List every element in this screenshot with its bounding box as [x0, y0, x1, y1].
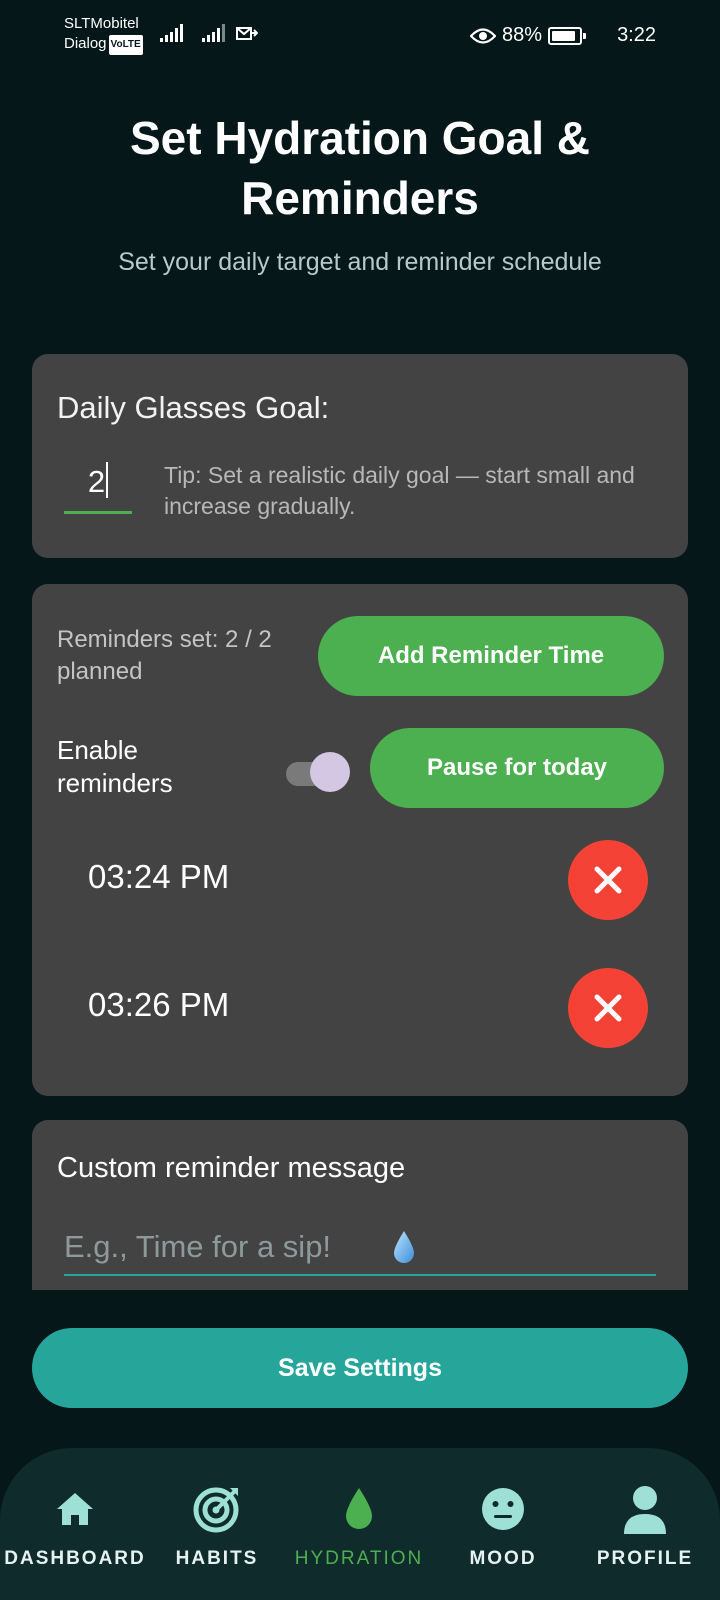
pause-today-button[interactable]: Pause for today — [370, 728, 664, 808]
eye-comfort-icon — [469, 27, 496, 44]
water-drop-icon — [346, 1488, 372, 1529]
water-drop-icon — [394, 1231, 414, 1263]
goal-tip: Tip: Set a realistic daily goal — start … — [164, 462, 635, 519]
close-icon — [594, 866, 622, 894]
reminder-time[interactable]: 03:24 PM — [88, 858, 229, 896]
battery-fill — [552, 30, 575, 41]
signal-icon-secondary — [202, 24, 225, 42]
carrier-info: SLTMobitel Dialog VoLTE — [64, 14, 143, 55]
battery-icon — [548, 26, 586, 45]
remove-reminder-button[interactable] — [568, 968, 648, 1048]
page-subtitle: Set your daily target and reminder sched… — [118, 248, 602, 276]
page-title: Set Hydration Goal & Reminders — [129, 112, 591, 224]
save-settings-button[interactable]: Save Settings — [32, 1328, 688, 1408]
reminder-time[interactable]: 03:26 PM — [88, 986, 229, 1024]
reminder-item: 03:24 PM — [32, 840, 688, 920]
volte-badge: VoLTE — [108, 35, 143, 55]
neutral-face-icon — [482, 1488, 524, 1530]
enable-reminders-label: Enable reminders — [57, 735, 173, 798]
bottom-nav: DASHBOARD HABITS HYDRATION MOOD PROFILE — [0, 1448, 720, 1600]
clock: 3:22 — [617, 24, 656, 46]
battery-percent: 88% — [501, 24, 542, 46]
status-bar: SLTMobitel Dialog VoLTE 88% 3:22 — [0, 0, 720, 72]
message-field[interactable] — [64, 1220, 656, 1276]
reminder-item: 03:26 PM — [32, 968, 688, 1048]
nav-label: PROFILE — [596, 1548, 694, 1569]
goal-label: Daily Glasses Goal: — [57, 390, 330, 425]
signal-icon — [160, 24, 183, 42]
nav-label: MOOD — [469, 1548, 537, 1569]
message-label: Custom reminder message — [57, 1152, 406, 1184]
carrier-bottom: Dialog — [64, 35, 107, 52]
nav-mood[interactable]: MOOD — [428, 1484, 578, 1570]
message-card: Custom reminder message — [32, 1120, 688, 1300]
target-icon — [193, 1487, 239, 1533]
toggle-thumb — [310, 752, 350, 792]
text-caret — [106, 462, 109, 498]
remove-reminder-button[interactable] — [568, 840, 648, 920]
reminders-card: Reminders set: 2 / 2 planned Add Reminde… — [32, 584, 688, 1096]
close-icon — [594, 994, 622, 1022]
goal-input[interactable]: 2 — [64, 462, 132, 514]
nav-dashboard[interactable]: DASHBOARD — [0, 1484, 150, 1570]
add-reminder-button[interactable]: Add Reminder Time — [318, 616, 664, 696]
nav-hydration[interactable]: HYDRATION — [284, 1484, 434, 1570]
home-icon — [57, 1493, 93, 1525]
goal-card: Daily Glasses Goal: 2 Tip: Set a realist… — [32, 354, 688, 558]
carrier-top: SLTMobitel — [64, 15, 139, 32]
goal-value: 2 — [87, 464, 106, 499]
person-icon — [624, 1486, 666, 1534]
enable-reminders-toggle[interactable] — [284, 752, 350, 796]
nav-label: HABITS — [175, 1548, 259, 1569]
nav-habits[interactable]: HABITS — [142, 1484, 292, 1570]
message-notification-icon — [236, 27, 258, 40]
nav-label: HYDRATION — [294, 1548, 424, 1569]
message-input[interactable] — [64, 1229, 384, 1265]
nav-profile[interactable]: PROFILE — [570, 1484, 720, 1570]
nav-label: DASHBOARD — [4, 1548, 146, 1569]
reminders-count: Reminders set: 2 / 2 planned — [57, 626, 272, 685]
